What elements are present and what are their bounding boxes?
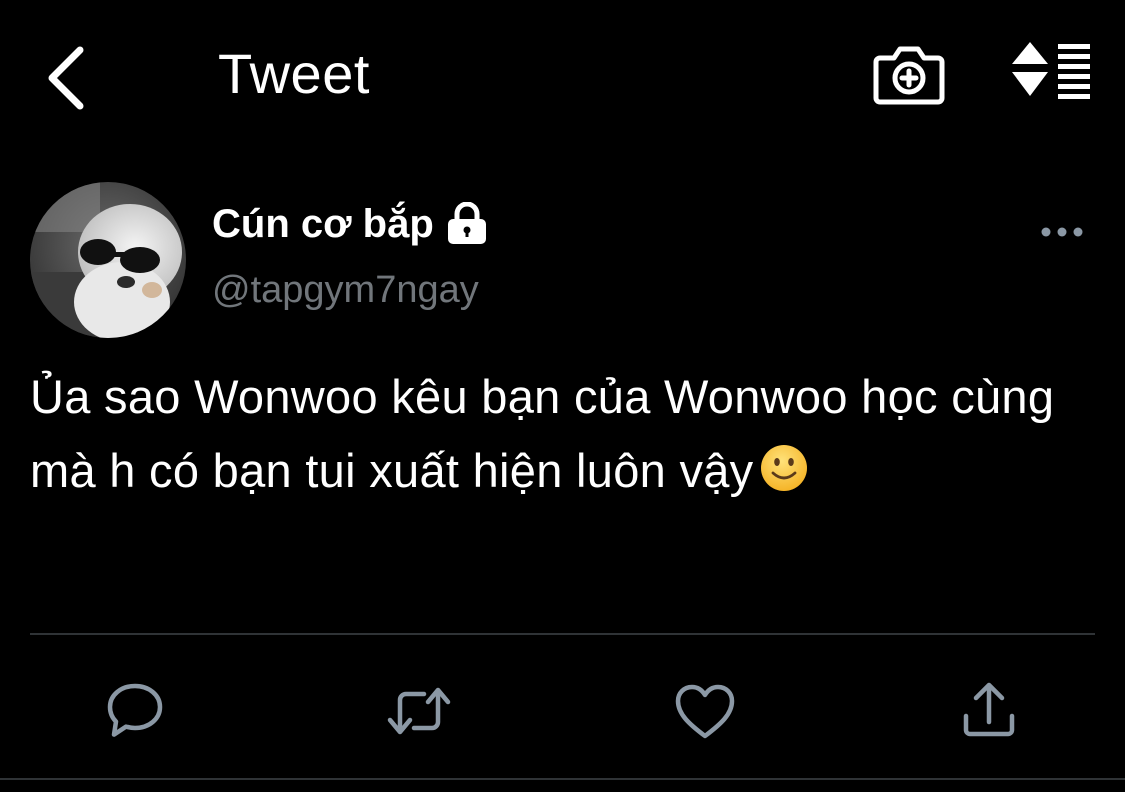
sort-icon: [1012, 42, 1090, 99]
retweet-button[interactable]: [384, 676, 454, 746]
tweet-action-bar: [0, 660, 1125, 760]
tweet-text-content: Ủa sao Wonwoo kêu bạn của Wonwoo học cùn…: [30, 370, 1055, 497]
page-title: Tweet: [218, 42, 370, 105]
display-name: Cún cơ bắp: [212, 202, 434, 246]
lock-icon: [446, 202, 488, 246]
slightly-smiling-face-icon: [759, 443, 809, 493]
top-nav-bar: Tweet: [0, 0, 1125, 150]
heart-icon: [675, 684, 735, 739]
user-handle[interactable]: @tapgym7ngay: [212, 262, 479, 318]
share-button[interactable]: [954, 676, 1024, 746]
more-horizontal-icon: [1041, 227, 1083, 237]
like-button[interactable]: [670, 676, 740, 746]
divider: [30, 633, 1095, 635]
bottom-divider: [0, 778, 1125, 780]
retweet-icon: [387, 687, 451, 735]
more-options-button[interactable]: [1036, 218, 1088, 246]
chevron-left-icon: [48, 46, 84, 110]
share-icon: [963, 682, 1015, 737]
camera-add-icon: [873, 46, 945, 105]
sort-button[interactable]: [1008, 38, 1094, 104]
tweet-text: Ủa sao Wonwoo kêu bạn của Wonwoo học cùn…: [30, 360, 1115, 508]
avatar-photo: [30, 182, 186, 338]
author-name-row[interactable]: Cún cơ bắp: [212, 196, 488, 252]
camera-button[interactable]: [872, 40, 946, 108]
reply-button[interactable]: [100, 676, 170, 746]
back-button[interactable]: [38, 40, 102, 110]
reply-icon: [107, 683, 163, 737]
avatar[interactable]: [30, 182, 186, 338]
